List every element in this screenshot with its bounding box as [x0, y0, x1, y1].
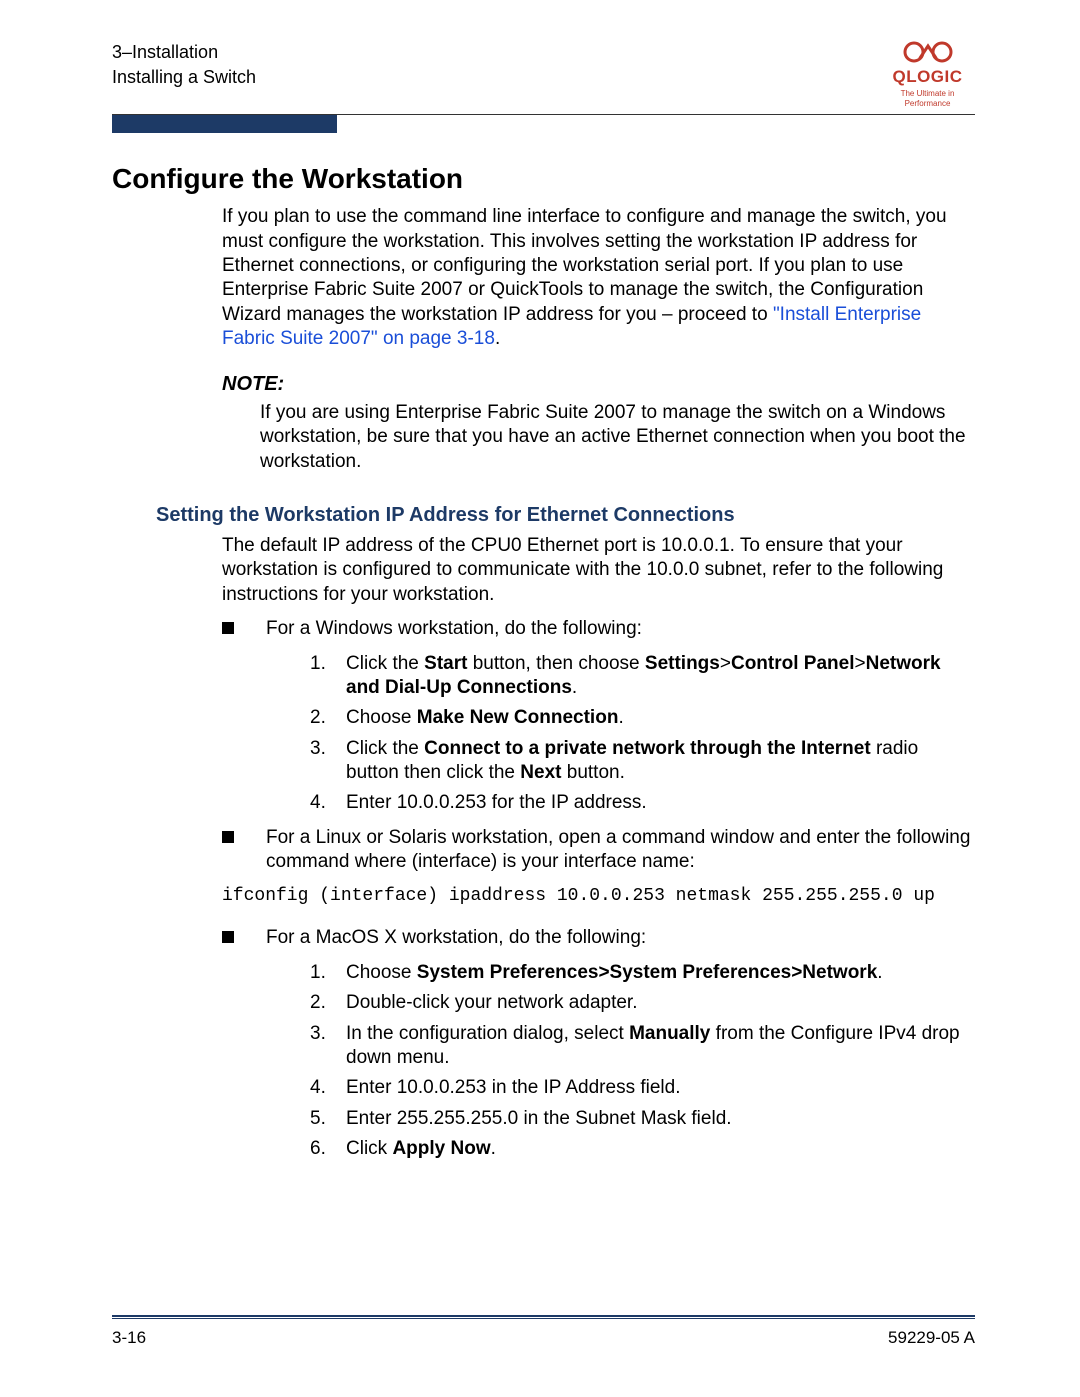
intro-text-2: .: [495, 328, 500, 349]
win-step-4: Enter 10.0.0.253 for the IP address.: [310, 791, 975, 815]
accent-bar: [112, 115, 337, 133]
command-block: ifconfig (interface) ipaddress 10.0.0.25…: [222, 885, 975, 908]
page-footer: 3-16 59229-05 A: [112, 1315, 975, 1349]
brand-tagline: The Ultimate in Performance: [880, 89, 975, 110]
list-item-windows: For a Windows workstation, do the follow…: [222, 617, 975, 816]
header-chapter: 3–Installation: [112, 40, 256, 65]
sub-heading: Setting the Workstation IP Address for E…: [156, 502, 975, 528]
footer-rule: [112, 1315, 975, 1319]
sub-intro: The default IP address of the CPU0 Ether…: [222, 534, 975, 607]
linux-lead: For a Linux or Solaris workstation, open…: [266, 827, 970, 873]
mac-step-5: Enter 255.255.255.0 in the Subnet Mask f…: [310, 1107, 975, 1131]
win-step-2: Choose Make New Connection.: [310, 706, 975, 730]
qlogic-logo-icon: [902, 40, 954, 64]
mac-step-6: Click Apply Now.: [310, 1137, 975, 1161]
header-section: Installing a Switch: [112, 65, 256, 90]
win-step-1: Click the Start button, then choose Sett…: [310, 652, 975, 701]
brand-logo-block: QLOGIC The Ultimate in Performance: [880, 40, 975, 110]
list-item-linux: For a Linux or Solaris workstation, open…: [222, 826, 975, 875]
windows-lead: For a Windows workstation, do the follow…: [266, 618, 642, 639]
macos-steps: Choose System Preferences>System Prefere…: [310, 961, 975, 1161]
mac-step-4: Enter 10.0.0.253 in the IP Address field…: [310, 1076, 975, 1100]
mac-step-3: In the configuration dialog, select Manu…: [310, 1022, 975, 1071]
mac-lead: For a MacOS X workstation, do the follow…: [266, 927, 646, 948]
brand-name: QLOGIC: [880, 66, 975, 88]
windows-steps: Click the Start button, then choose Sett…: [310, 652, 975, 816]
note-heading: NOTE:: [222, 371, 975, 397]
mac-step-1: Choose System Preferences>System Prefere…: [310, 961, 975, 985]
footer-page-number: 3-16: [112, 1327, 146, 1349]
intro-paragraph: If you plan to use the command line inte…: [222, 205, 975, 351]
platform-list: For a Windows workstation, do the follow…: [222, 617, 975, 875]
header-left-text: 3–Installation Installing a Switch: [112, 40, 256, 90]
mac-step-2: Double-click your network adapter.: [310, 991, 975, 1015]
page-header: 3–Installation Installing a Switch QLOGI…: [112, 40, 975, 110]
platform-list-2: For a MacOS X workstation, do the follow…: [222, 926, 975, 1161]
list-item-macos: For a MacOS X workstation, do the follow…: [222, 926, 975, 1161]
win-step-3: Click the Connect to a private network t…: [310, 737, 975, 786]
note-body: If you are using Enterprise Fabric Suite…: [260, 401, 975, 474]
page-title: Configure the Workstation: [112, 161, 975, 197]
footer-doc-id: 59229-05 A: [888, 1327, 975, 1349]
